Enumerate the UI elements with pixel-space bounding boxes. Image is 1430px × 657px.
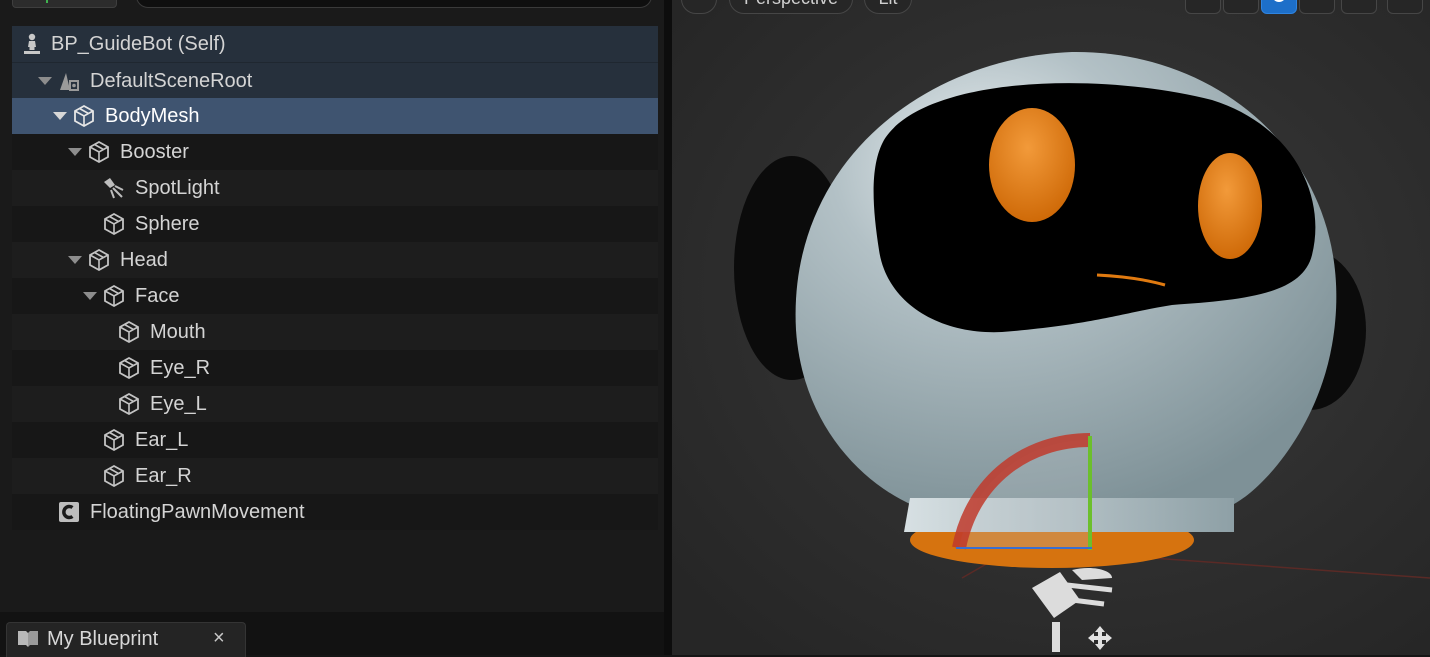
expand-arrow-icon[interactable] xyxy=(53,112,67,120)
tree-item-face[interactable]: Face xyxy=(12,278,658,314)
tree-item-label: DefaultSceneRoot xyxy=(90,70,253,92)
static-mesh-icon xyxy=(119,320,139,344)
expand-arrow-icon[interactable] xyxy=(38,77,52,85)
book-icon xyxy=(18,631,38,647)
search-input[interactable] xyxy=(171,0,645,7)
scale-tool-button[interactable] xyxy=(1299,0,1335,14)
tree-item-booster[interactable]: Booster xyxy=(12,134,658,170)
tab-my-blueprint[interactable]: My Blueprint × xyxy=(6,622,246,657)
panel-tab-strip: My Blueprint × xyxy=(0,612,664,657)
expand-arrow-icon[interactable] xyxy=(83,292,97,300)
movement-component-icon xyxy=(59,502,79,522)
tree-item-ear-r[interactable]: Ear_R xyxy=(12,458,658,494)
tree-item-label: Ear_L xyxy=(135,429,189,451)
expand-arrow-icon[interactable] xyxy=(68,148,82,156)
tree-item-label: Sphere xyxy=(135,213,200,235)
tree-item-label: Eye_R xyxy=(150,357,211,379)
tree-item-label: Ear_R xyxy=(135,465,192,487)
static-mesh-icon xyxy=(104,212,124,236)
tree-item-label: Eye_L xyxy=(150,393,207,415)
component-tree: BP_GuideBot (Self) DefaultSceneRoot Body… xyxy=(12,26,658,611)
add-component-button[interactable] xyxy=(12,0,117,8)
tree-item-sphere[interactable]: Sphere xyxy=(12,206,658,242)
cursor-icon xyxy=(1186,0,1220,13)
components-panel: BP_GuideBot (Self) DefaultSceneRoot Body… xyxy=(0,0,664,657)
view-mode-button[interactable]: Perspective xyxy=(729,0,853,14)
tree-item-label: Booster xyxy=(120,141,189,163)
world-local-toggle[interactable] xyxy=(1341,0,1377,14)
tree-item-spotlight[interactable]: SpotLight xyxy=(12,170,658,206)
static-mesh-icon xyxy=(119,356,139,380)
static-mesh-icon xyxy=(74,104,94,128)
scale-icon xyxy=(1300,0,1334,13)
tree-item-eye-l[interactable]: Eye_L xyxy=(12,386,658,422)
tree-item-label: Mouth xyxy=(150,321,206,343)
tree-item-label: SpotLight xyxy=(135,177,220,199)
eye-left xyxy=(1198,153,1262,259)
translate-tool-button[interactable] xyxy=(1223,0,1259,14)
rotate-tool-button[interactable] xyxy=(1261,0,1297,14)
tree-item-label: FloatingPawnMovement xyxy=(90,501,305,523)
tab-label: My Blueprint xyxy=(47,628,159,650)
search-field[interactable] xyxy=(136,0,652,8)
plus-icon xyxy=(41,0,53,3)
static-mesh-icon xyxy=(104,428,124,452)
tree-item-eye-r[interactable]: Eye_R xyxy=(12,350,658,386)
tree-item-bp-guidebot[interactable]: BP_GuideBot (Self) xyxy=(12,26,658,62)
scene-root-icon xyxy=(60,73,79,91)
spot-light-icon xyxy=(104,178,124,199)
tree-item-ear-l[interactable]: Ear_L xyxy=(12,422,658,458)
tree-item-label: Head xyxy=(120,249,168,271)
viewport[interactable]: Perspective Lit xyxy=(672,0,1430,655)
tree-item-defaultsceneroot[interactable]: DefaultSceneRoot xyxy=(12,62,658,98)
tree-item-label: BP_GuideBot (Self) xyxy=(51,33,226,55)
tree-item-label: Face xyxy=(135,285,180,307)
tree-item-bodymesh[interactable]: BodyMesh xyxy=(12,98,658,134)
actor-icon xyxy=(24,33,40,54)
static-mesh-icon xyxy=(104,464,124,488)
tree-item-floatingpawnmovement[interactable]: FloatingPawnMovement xyxy=(12,494,658,530)
snap-icon xyxy=(1388,0,1422,13)
close-tab-button[interactable]: × xyxy=(213,627,225,650)
static-mesh-icon xyxy=(89,248,109,272)
surface-snap-button[interactable] xyxy=(1387,0,1423,14)
hamburger-icon xyxy=(691,0,707,5)
static-mesh-icon xyxy=(119,392,139,416)
eye-right xyxy=(989,108,1075,222)
static-mesh-icon xyxy=(89,140,109,164)
static-mesh-icon xyxy=(104,284,124,308)
translate-icon xyxy=(1224,0,1258,13)
globe-icon xyxy=(1342,0,1376,13)
tree-item-mouth[interactable]: Mouth xyxy=(12,314,658,350)
rotate-icon xyxy=(1274,0,1284,2)
select-tool-button[interactable] xyxy=(1185,0,1221,14)
panel-splitter[interactable] xyxy=(664,0,672,655)
tree-item-head[interactable]: Head xyxy=(12,242,658,278)
expand-arrow-icon[interactable] xyxy=(68,256,82,264)
tree-item-label: BodyMesh xyxy=(105,105,200,127)
viewport-scene[interactable] xyxy=(672,0,1430,655)
